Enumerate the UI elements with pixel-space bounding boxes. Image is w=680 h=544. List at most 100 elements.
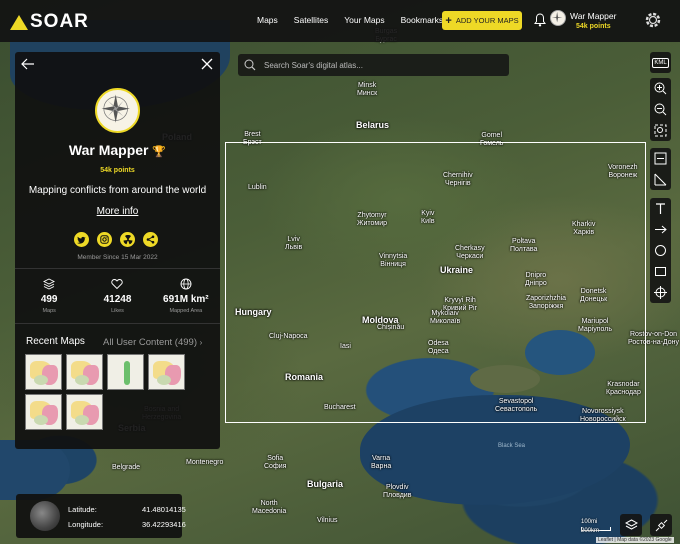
map-place-label: North Macedonia — [252, 500, 287, 515]
more-info-link[interactable]: More info — [15, 206, 220, 217]
map-place-label: Black Sea — [498, 443, 526, 449]
compass-rose-icon — [551, 11, 563, 23]
map-place-label: Varna Варна — [371, 455, 392, 470]
coordinates-box: Latitude: 41.48014135 Longitude: 36.4229… — [16, 494, 186, 538]
zoom-extent-button[interactable] — [650, 120, 671, 141]
social-links — [74, 232, 158, 247]
circle-icon — [655, 245, 666, 256]
chevron-right-icon: › — [199, 338, 203, 347]
latitude-label: Latitude: — [68, 505, 97, 514]
all-user-content-link[interactable]: All User Content (499) › — [103, 337, 202, 348]
globe-icon — [30, 501, 60, 531]
zoom-tool-group — [650, 78, 671, 141]
recent-map-thumbnail[interactable] — [107, 354, 144, 390]
map-place-label: Montenegro — [186, 459, 224, 466]
brand-name: SOAR — [30, 11, 89, 32]
stat-maps: 499 Maps — [15, 278, 83, 314]
plus-icon: + — [445, 14, 452, 27]
arrow-tool-button[interactable] — [650, 219, 671, 240]
trophy-icon: 🏆 — [152, 146, 167, 158]
stat-area-label: Mapped Area — [169, 308, 203, 314]
zoom-in-icon — [654, 82, 667, 95]
recent-map-thumbnail[interactable] — [148, 354, 185, 390]
search-input[interactable] — [264, 60, 494, 70]
layers-button[interactable] — [620, 514, 642, 536]
crosshair-tool-button[interactable] — [650, 282, 671, 303]
map-attribution[interactable]: Leaflet | Map data ©2023 Google — [596, 537, 674, 543]
nav-item-satellites[interactable]: Satellites — [294, 15, 329, 25]
search-bar — [238, 54, 509, 76]
divider — [15, 268, 220, 269]
map-place-label: Bulgaria — [307, 479, 344, 489]
recent-map-thumbnail[interactable] — [25, 394, 62, 430]
kml-tool-group: KML — [650, 52, 671, 73]
map-place-label: Belgrade — [112, 464, 141, 471]
ruler-icon — [654, 152, 667, 165]
user-avatar[interactable] — [550, 10, 566, 26]
globe-search-icon — [244, 59, 256, 71]
map-place-label: Vilnius — [317, 517, 338, 524]
crosshair-icon — [654, 286, 667, 299]
back-arrow-icon[interactable] — [21, 58, 35, 70]
gear-icon[interactable] — [642, 9, 664, 31]
map-place-label: Sofia София — [264, 455, 287, 470]
user-name[interactable]: War Mapper — [570, 11, 616, 21]
map-place-label: Minsk Минск — [357, 82, 378, 97]
layers-icon — [43, 278, 56, 290]
soar-logo[interactable]: SOAR — [10, 11, 89, 33]
kml-button[interactable]: KML — [650, 52, 671, 73]
recent-map-thumbnail[interactable] — [66, 354, 103, 390]
bell-icon[interactable] — [534, 13, 546, 27]
scale-miles: 100mi — [581, 519, 598, 525]
add-your-maps-label: ADD YOUR MAPS — [455, 16, 519, 25]
divider — [15, 323, 220, 324]
profile-stats: 499 Maps 41248 Likes 691M km² Mapped Are… — [15, 278, 220, 314]
longitude-row: Longitude: 36.42293416 — [68, 520, 186, 529]
ruler-button[interactable] — [650, 148, 671, 169]
stat-likes-label: Likes — [111, 308, 124, 314]
share-icon[interactable] — [143, 232, 158, 247]
close-icon[interactable] — [201, 58, 213, 70]
add-your-maps-button[interactable]: + ADD YOUR MAPS — [442, 11, 522, 30]
nav-item-bookmarks[interactable]: Bookmarks — [401, 15, 444, 25]
draw-tool-group — [650, 198, 671, 303]
all-user-content-label: All User Content (499) — [103, 337, 197, 348]
twitter-icon[interactable] — [74, 232, 89, 247]
angle-icon — [654, 173, 667, 186]
circle-tool-button[interactable] — [650, 240, 671, 261]
recent-maps-grid — [25, 354, 215, 430]
zoom-extent-icon — [654, 124, 667, 137]
profile-name-text: War Mapper — [68, 142, 149, 158]
recent-map-thumbnail[interactable] — [66, 394, 103, 430]
nav-item-maps[interactable]: Maps — [257, 15, 278, 25]
main-nav: Maps Satellites Your Maps Bookmarks — [257, 15, 459, 25]
top-bar: SOAR Maps Satellites Your Maps Bookmarks… — [0, 0, 680, 42]
user-points: 54k points — [576, 23, 611, 30]
latitude-row: Latitude: 41.48014135 — [68, 505, 186, 514]
zoom-out-icon — [654, 103, 667, 116]
stat-maps-value: 499 — [40, 294, 58, 305]
nav-item-your-maps[interactable]: Your Maps — [344, 15, 384, 25]
stat-likes-value: 41248 — [103, 294, 132, 305]
instagram-icon[interactable] — [97, 232, 112, 247]
member-since: Member Since 15 Mar 2022 — [77, 254, 158, 261]
zoom-in-button[interactable] — [650, 78, 671, 99]
adriatic-sea-water — [0, 440, 70, 500]
satellite-button[interactable] — [650, 514, 672, 536]
profile-panel: War Mapper 🏆 54k points Mapping conflict… — [15, 52, 220, 449]
soar-logo-icon — [10, 14, 28, 30]
radioactive-icon[interactable] — [120, 232, 135, 247]
profile-bio: Mapping conflicts from around the world — [28, 185, 207, 196]
measure-tool-group — [650, 148, 671, 190]
profile-points: 54k points — [100, 167, 135, 174]
satellite-icon — [655, 519, 667, 531]
map-place-label: Plovdiv Пловдив — [383, 484, 412, 499]
rectangle-icon — [655, 267, 666, 276]
text-tool-button[interactable] — [650, 198, 671, 219]
selection-rectangle[interactable] — [225, 142, 646, 423]
angle-button[interactable] — [650, 169, 671, 190]
stat-likes: 41248 Likes — [83, 278, 151, 314]
rectangle-tool-button[interactable] — [650, 261, 671, 282]
recent-map-thumbnail[interactable] — [25, 354, 62, 390]
zoom-out-button[interactable] — [650, 99, 671, 120]
